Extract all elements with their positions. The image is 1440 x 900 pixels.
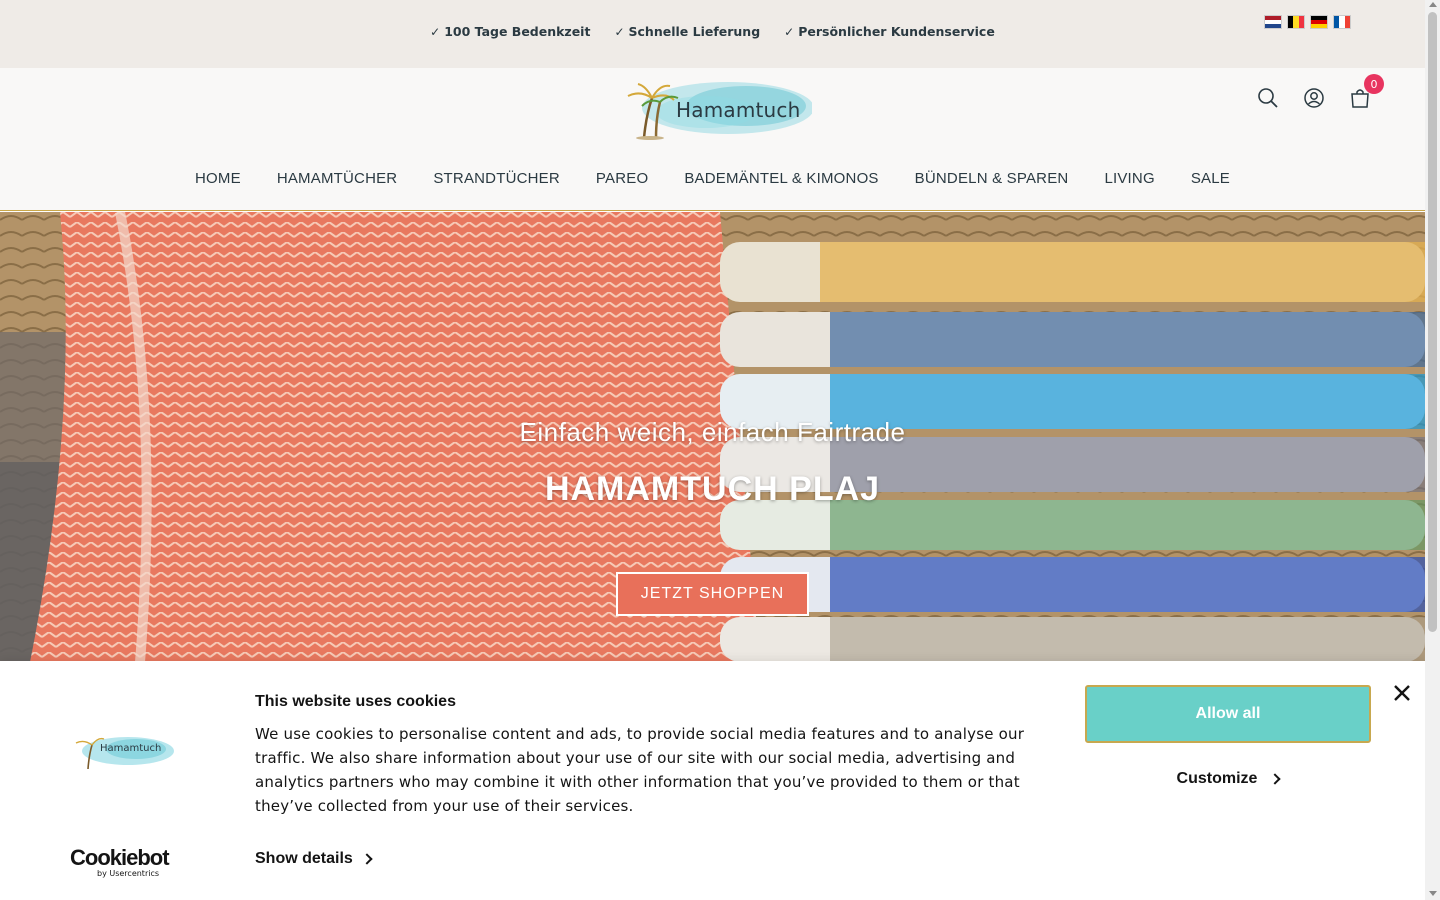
- france-flag-icon[interactable]: [1333, 15, 1351, 29]
- customize-label: Customize: [1176, 770, 1258, 787]
- hero-banner: Einfach weich, einfach Fairtrade HAMAMTU…: [0, 212, 1425, 662]
- page-scrollbar[interactable]: [1425, 0, 1440, 900]
- scrollbar-thumb[interactable]: [1428, 12, 1437, 632]
- hero-title: HAMAMTUCH PLAJ: [544, 470, 881, 508]
- user-icon[interactable]: [1302, 86, 1326, 110]
- germany-flag-icon[interactable]: [1310, 15, 1328, 29]
- usp-list: ✓ 100 Tage Bedenkzeit ✓ Schnelle Lieferu…: [0, 24, 1425, 39]
- cookiebot-brand: Cookiebot by Usercentrics: [70, 845, 170, 878]
- hero-subtitle: Einfach weich, einfach Fairtrade: [519, 417, 906, 447]
- chevron-right-icon: [361, 853, 373, 865]
- usp-bar: ✓ 100 Tage Bedenkzeit ✓ Schnelle Lieferu…: [0, 0, 1425, 68]
- header-actions: 0: [1256, 74, 1384, 110]
- nav-item-strandtuecher[interactable]: STRANDTÜCHER: [433, 170, 560, 187]
- netherlands-flag-icon[interactable]: [1264, 15, 1282, 29]
- check-icon: ✓: [784, 24, 795, 39]
- nav-item-living[interactable]: LIVING: [1104, 170, 1154, 187]
- check-icon: ✓: [614, 24, 625, 39]
- close-icon[interactable]: [1390, 681, 1414, 705]
- nav-item-pareo[interactable]: PAREO: [596, 170, 648, 187]
- site-logo[interactable]: Hamamtuch: [616, 76, 814, 140]
- usp-item: ✓ Persönlicher Kundenservice: [784, 24, 995, 39]
- language-switcher: [1264, 15, 1351, 29]
- main-nav: HOME HAMAMTÜCHER STRANDTÜCHER PAREO BADE…: [0, 170, 1425, 187]
- search-icon[interactable]: [1256, 86, 1280, 110]
- usp-label: Persönlicher Kundenservice: [798, 24, 995, 39]
- usp-item: ✓ Schnelle Lieferung: [614, 24, 760, 39]
- site-header: Hamamtuch 0 HOME HAMAMTÜCHER STRANDTÜCHE…: [0, 68, 1425, 211]
- belgium-flag-icon[interactable]: [1287, 15, 1305, 29]
- check-icon: ✓: [430, 24, 441, 39]
- usp-item: ✓ 100 Tage Bedenkzeit: [430, 24, 590, 39]
- nav-item-bademaentel[interactable]: BADEMÄNTEL & KIMONOS: [684, 170, 878, 187]
- scroll-down-arrow-icon[interactable]: [1428, 891, 1437, 896]
- show-details-label: Show details: [255, 850, 353, 867]
- cookiebot-sub: by Usercentrics: [97, 869, 160, 878]
- nav-item-home[interactable]: HOME: [195, 170, 241, 187]
- cookie-banner-logo: Hamamtuch: [70, 731, 174, 771]
- logo-text: Hamamtuch: [676, 98, 801, 122]
- usp-label: Schnelle Lieferung: [628, 24, 761, 39]
- customize-button[interactable]: Customize: [1085, 759, 1371, 799]
- chevron-right-icon: [1269, 773, 1282, 785]
- cookie-consent-banner: Hamamtuch Cookiebot by Usercentrics This…: [0, 661, 1425, 900]
- cookie-title: This website uses cookies: [255, 693, 456, 710]
- usp-label: 100 Tage Bedenkzeit: [444, 24, 591, 39]
- cookiebot-name: Cookiebot: [70, 845, 170, 870]
- nav-item-buendeln[interactable]: BÜNDELN & SPAREN: [915, 170, 1069, 187]
- show-details-link[interactable]: Show details: [255, 850, 373, 868]
- cart-icon[interactable]: 0: [1348, 74, 1384, 110]
- scroll-up-arrow-icon[interactable]: [1428, 2, 1437, 7]
- shop-now-button[interactable]: JETZT SHOPPEN: [616, 572, 809, 616]
- allow-all-button[interactable]: Allow all: [1085, 685, 1371, 743]
- cart-count-badge: 0: [1364, 74, 1384, 94]
- nav-item-sale[interactable]: SALE: [1191, 170, 1230, 187]
- cookie-logo-text: Hamamtuch: [100, 743, 162, 754]
- nav-item-hamamtuecher[interactable]: HAMAMTÜCHER: [277, 170, 398, 187]
- cookie-description: We use cookies to personalise content an…: [255, 725, 1025, 815]
